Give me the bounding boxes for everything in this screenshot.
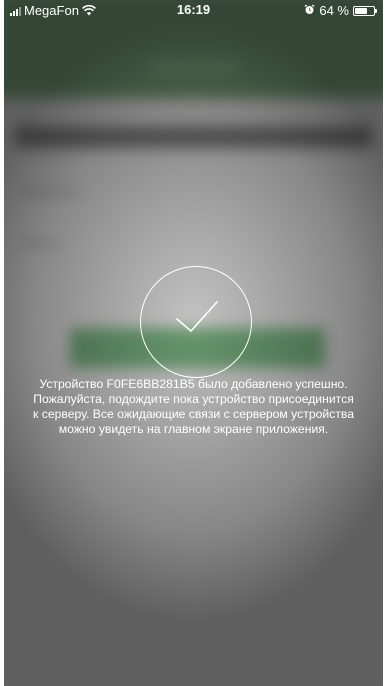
battery-percent: 64 % [319,3,349,18]
status-bar: MegaFon 16:19 64 % [4,0,383,20]
app-frame: MegaFon 16:19 64 % Устройство F0FE6BB281… [4,0,383,686]
message-line: можно увидеть на главном экране приложен… [58,422,329,436]
success-check-circle [140,266,252,378]
message-line: к серверу. Все ожидающие связи с серверо… [33,407,354,421]
success-message: Устройство F0FE6BB281B5 было добавлено у… [12,377,375,437]
status-right: 64 % [304,3,377,18]
message-line: Пожалуйста, подождите пока устройство пр… [33,392,354,406]
battery-icon [353,5,377,16]
message-line: Устройство F0FE6BB281B5 было добавлено у… [39,377,348,391]
alarm-icon [304,3,315,18]
phone-screen: MegaFon 16:19 64 % Устройство F0FE6BB281… [0,0,387,686]
checkmark-icon [176,301,218,332]
